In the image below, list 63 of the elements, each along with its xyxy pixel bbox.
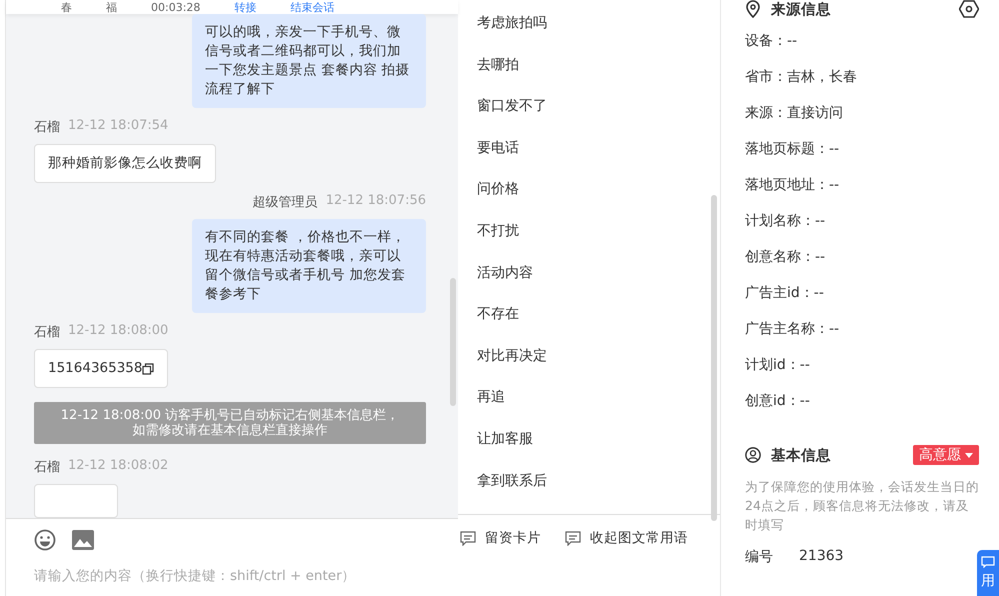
message-time: 12-12 18:08:00 [68, 323, 168, 340]
quick-reply-item[interactable]: 去哪拍 [477, 54, 720, 76]
comment-icon [981, 556, 995, 568]
phone-number: 15164365358 [48, 359, 142, 378]
field-label: 编号 [745, 548, 773, 566]
quick-reply-item[interactable]: 拿到联系后 [477, 470, 720, 492]
emoji-icon[interactable] [34, 529, 56, 551]
comment-icon [565, 531, 581, 546]
message-bubble: 可以的哦，亲发一下手机号、微信号或者二维码都可以，我们加一下您发主题景点 套餐内容 拍摄流程了解下 [192, 14, 426, 108]
intent-tag-dropdown[interactable]: 高意愿 [913, 445, 979, 465]
info-row-text: 创意名称：-- [745, 248, 826, 267]
info-row-text: 设备：-- [745, 32, 798, 51]
copy-icon[interactable] [142, 362, 154, 374]
info-row-text: 广告主id：-- [745, 284, 825, 303]
info-row-text: 来源：直接访问 [745, 104, 844, 123]
info-row-text: 计划id：-- [745, 356, 811, 375]
comment-icon [460, 531, 476, 546]
message-time: 12-12 18:07:56 [326, 193, 426, 210]
settings-icon[interactable] [959, 0, 979, 18]
quick-action-button[interactable]: 留资卡片 [460, 529, 541, 549]
system-notice: 12-12 18:08:00 访客手机号已自动标记右侧基本信息栏，如需修改请在基本信息栏直接操作 [34, 402, 426, 444]
message-time: 12-12 18:08:02 [68, 458, 168, 475]
header-text: 00:03:28 [151, 0, 200, 14]
sender-name: 石榴 [34, 459, 60, 476]
quick-reply-item[interactable]: 不存在 [477, 304, 720, 326]
location-pin-icon [745, 0, 761, 18]
quick-reply-item[interactable]: 再追 [477, 387, 720, 408]
quick-reply-item[interactable]: 对比再决定 [477, 346, 720, 367]
quick-reply-item[interactable]: 不打扰 [477, 220, 720, 242]
caret-icon [965, 452, 973, 458]
scrollbar-thumb[interactable] [450, 278, 456, 406]
sender-name: 石榴 [34, 324, 60, 341]
header-link[interactable]: 转接 [234, 0, 256, 14]
scrollbar-thumb[interactable] [711, 195, 717, 521]
quick-reply-item[interactable]: 问价格 [477, 179, 720, 200]
quick-reply-item[interactable]: 考虑旅拍吗 [477, 13, 720, 34]
field-value: 21363 [799, 548, 844, 566]
section-title: 来源信息 [771, 0, 832, 18]
header-text: 福 [106, 0, 117, 14]
message-bubble: 有不同的套餐 ，价格也不一样，现在有特惠活动套餐哦，亲可以留个微信号或者手机号 加您发套餐参考下 [192, 219, 426, 313]
info-row-text: 广告主名称：-- [745, 320, 840, 339]
quick-action-button[interactable]: 收起图文常用语 [565, 529, 688, 549]
section-title: 基本信息 [771, 446, 832, 464]
floating-button[interactable]: 用 [977, 550, 999, 596]
info-row-text: 落地页地址：-- [745, 176, 840, 195]
header-link[interactable]: 结束会话 [290, 0, 334, 14]
quick-reply-item[interactable]: 让加客服 [477, 428, 720, 450]
message-bubble: 那种婚前影像怎么收费啊 [34, 144, 216, 183]
quick-reply-item[interactable]: 活动内容 [477, 262, 720, 284]
header-text: 春 [61, 0, 72, 14]
quick-reply-item[interactable]: 窗口发不了 [477, 96, 720, 118]
info-row-text: 落地页标题：-- [745, 140, 840, 159]
image-icon[interactable] [72, 529, 94, 551]
quick-reply-item[interactable]: 要电话 [477, 138, 720, 159]
floating-button-label: 用 [981, 572, 995, 590]
info-row-text: 创意id：-- [745, 392, 811, 411]
user-icon [745, 446, 761, 464]
message-time: 12-12 18:07:54 [68, 118, 168, 135]
info-row-text: 省市：吉林，长春 [745, 68, 858, 87]
sender-name: 石榴 [34, 119, 60, 136]
info-row-text: 计划名称：-- [745, 212, 826, 231]
sender-name: 超级管理员 [252, 194, 318, 211]
notice-text: 为了保障您的使用体验，会话发生当日的24点之后，顾客信息将无法修改，请及时填写 [745, 478, 979, 534]
